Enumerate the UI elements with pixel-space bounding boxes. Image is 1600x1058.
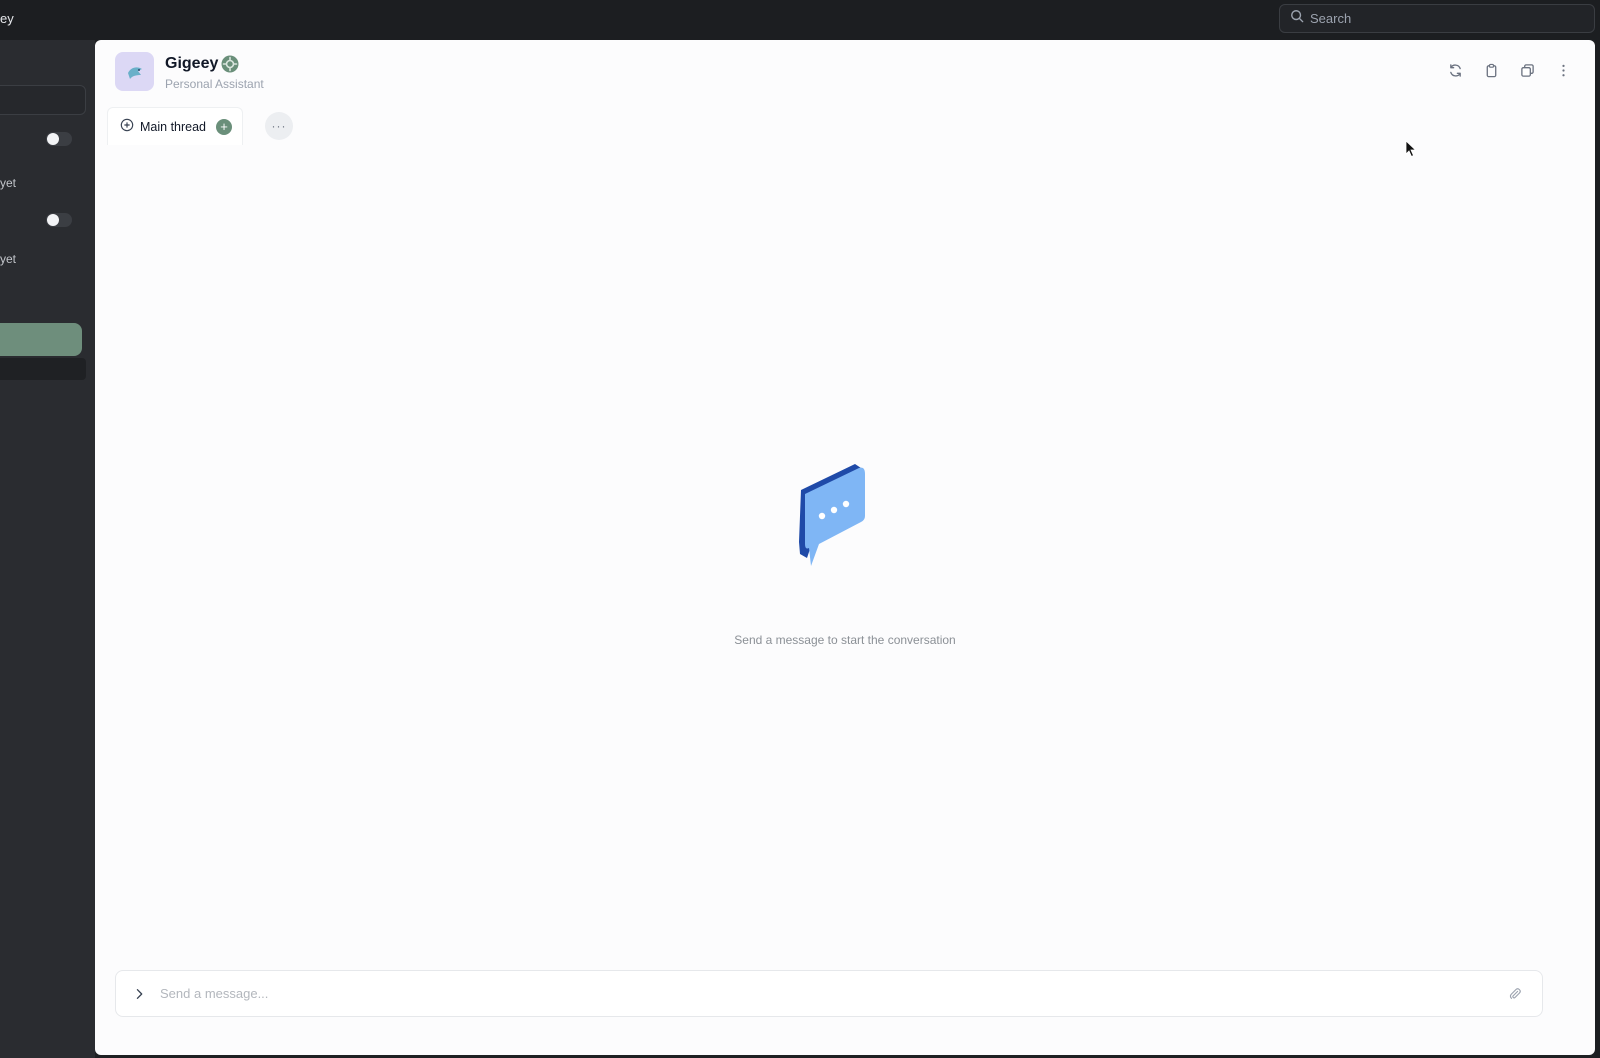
copy-icon[interactable] — [1519, 62, 1535, 78]
sidebar-input[interactable] — [0, 85, 86, 115]
sidebar-item[interactable] — [0, 358, 86, 380]
settings-badge-icon[interactable] — [220, 54, 240, 74]
page-subtitle: Personal Assistant — [165, 77, 264, 91]
avatar — [115, 52, 154, 91]
page-title: Gigeey — [165, 55, 219, 72]
sidebar: yet yet — [0, 40, 95, 1058]
bird-icon — [127, 66, 142, 79]
thread-tabs: Main thread + ··· — [107, 106, 294, 146]
more-vertical-icon[interactable] — [1555, 62, 1571, 78]
chat-header: Gigeey Personal Assistant — [95, 40, 1595, 106]
clipboard-icon[interactable] — [1483, 62, 1499, 78]
plus-circle-icon — [120, 118, 134, 135]
message-composer[interactable] — [115, 970, 1543, 1017]
sidebar-text-1: yet — [0, 176, 17, 190]
sidebar-toggle-2[interactable] — [46, 213, 72, 227]
search-input[interactable] — [1310, 11, 1570, 26]
chat-bubble-icon — [799, 464, 865, 566]
header-actions — [1447, 62, 1571, 78]
empty-state-message: Send a message to start the conversation — [734, 633, 956, 647]
more-threads-button[interactable]: ··· — [265, 112, 294, 140]
refresh-icon[interactable] — [1447, 62, 1463, 78]
sidebar-primary-button[interactable] — [0, 323, 82, 356]
message-input[interactable] — [160, 986, 1508, 1001]
sidebar-text-2: yet — [0, 252, 17, 266]
search-box[interactable] — [1279, 4, 1595, 33]
tab-label: Main thread — [140, 119, 207, 134]
top-bar: ey — [0, 0, 1600, 40]
search-icon — [1290, 9, 1304, 28]
app-title: ey — [0, 11, 14, 26]
tab-main-thread[interactable]: Main thread + — [107, 107, 244, 145]
add-thread-button[interactable]: + — [216, 118, 233, 135]
paperclip-icon[interactable] — [1508, 986, 1524, 1002]
sidebar-toggle-1[interactable] — [46, 132, 72, 146]
window-edge — [1595, 0, 1600, 1058]
mouse-cursor-icon — [1405, 140, 1417, 158]
chat-panel: Gigeey Personal Assistant Main thread + … — [95, 40, 1595, 1055]
chevron-right-icon[interactable] — [134, 987, 148, 1001]
